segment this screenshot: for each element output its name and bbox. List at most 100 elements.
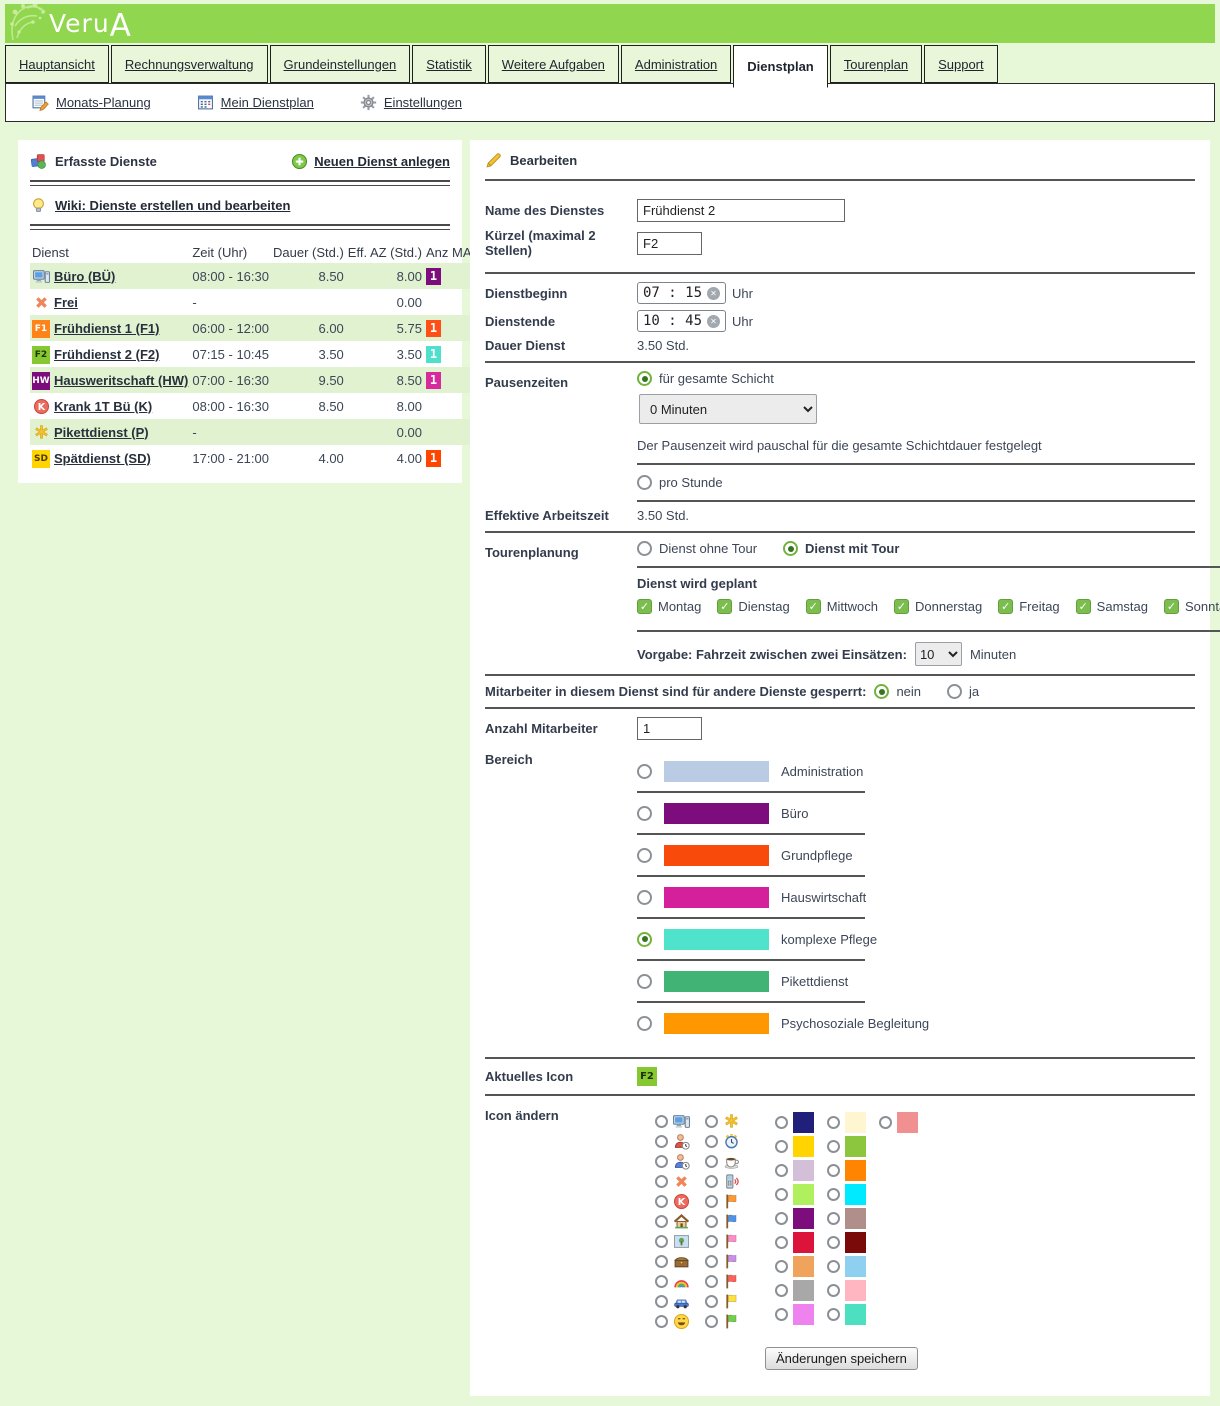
color-radio-f09090[interactable] xyxy=(879,1116,892,1129)
tab-rechnungsverwaltung[interactable]: Rechnungsverwaltung xyxy=(111,45,268,83)
checkbox-dienstag[interactable]: ✓ xyxy=(717,599,732,614)
icon-radio-computer[interactable] xyxy=(655,1115,668,1128)
color-swatch xyxy=(664,887,769,908)
checkbox-samstag[interactable]: ✓ xyxy=(1076,599,1091,614)
color-radio-a8a8a8[interactable] xyxy=(775,1284,788,1297)
pause-minutes-select[interactable]: 0 Minuten xyxy=(639,394,817,424)
icon-radio-x-mark[interactable] xyxy=(655,1175,668,1188)
icon-radio-flag-c890e8[interactable] xyxy=(705,1255,718,1268)
dienstende-input[interactable]: 10 : 45 ✕ xyxy=(637,310,726,332)
icon-radio-picture[interactable] xyxy=(655,1235,668,1248)
anzahl-input[interactable] xyxy=(637,717,702,740)
color-radio-8cc63e[interactable] xyxy=(827,1140,840,1153)
color-option xyxy=(827,1183,879,1206)
pause-stunde-radio[interactable] xyxy=(637,475,652,490)
icon-radio-flag-ff9830[interactable] xyxy=(705,1195,718,1208)
tab-dienstplan[interactable]: Dienstplan xyxy=(733,45,827,88)
color-radio-4cdfc0[interactable] xyxy=(827,1308,840,1321)
icon-radio-coffee[interactable] xyxy=(705,1155,718,1168)
checkbox-sonntag[interactable]: ✓ xyxy=(1164,599,1179,614)
icon-radio-flag-ff8cc8[interactable] xyxy=(705,1235,718,1248)
wiki-link[interactable]: Wiki: Dienste erstellen und bearbeiten xyxy=(30,193,450,217)
checkbox-donnerstag[interactable]: ✓ xyxy=(894,599,909,614)
color-radio-b0f05f[interactable] xyxy=(775,1188,788,1201)
service-link-frei[interactable]: Frei xyxy=(54,295,78,310)
color-radio-ffd400[interactable] xyxy=(775,1140,788,1153)
save-changes-button[interactable]: Änderungen speichern xyxy=(765,1347,918,1370)
tab-support[interactable]: Support xyxy=(924,45,998,83)
service-link-pikettdienst-p[interactable]: Pikettdienst (P) xyxy=(54,425,149,440)
color-radio-f0a35c[interactable] xyxy=(775,1260,788,1273)
clear-time-icon[interactable]: ✕ xyxy=(707,315,720,328)
service-link-spaetdienst-sd[interactable]: Spätdienst (SD) xyxy=(54,451,151,466)
icon-radio-flag-ff6058[interactable] xyxy=(705,1275,718,1288)
color-radio-20207a[interactable] xyxy=(775,1116,788,1129)
checkbox-freitag[interactable]: ✓ xyxy=(998,599,1013,614)
tour-ohne-radio[interactable] xyxy=(637,541,652,556)
subnav-item-einstellungen[interactable]: Einstellungen xyxy=(360,94,462,111)
icon-radio-alarm[interactable] xyxy=(705,1135,718,1148)
bereich-radio-buero[interactable] xyxy=(637,806,652,821)
icon-radio-car[interactable] xyxy=(655,1295,668,1308)
kuerzel-input[interactable] xyxy=(637,232,702,255)
icon-radio-house[interactable] xyxy=(655,1215,668,1228)
color-radio-7d0c7d[interactable] xyxy=(775,1212,788,1225)
tab-statistik[interactable]: Statistik xyxy=(412,45,486,83)
icon-radio-asterisk[interactable] xyxy=(705,1115,718,1128)
icon-radio-phone[interactable] xyxy=(705,1175,718,1188)
tab-hauptansicht[interactable]: Hauptansicht xyxy=(5,45,109,83)
tab-tourenplan[interactable]: Tourenplan xyxy=(830,45,922,83)
icon-radio-flag-ffe03c[interactable] xyxy=(705,1295,718,1308)
fahrzeit-select[interactable]: 10 xyxy=(915,642,962,666)
gesperrt-nein-radio[interactable] xyxy=(874,684,889,699)
service-name-input[interactable] xyxy=(637,199,845,222)
color-radio-ffb6c1[interactable] xyxy=(827,1284,840,1297)
color-radio-7a0a0a[interactable] xyxy=(827,1236,840,1249)
icon-radio-person-blue[interactable] xyxy=(655,1155,668,1168)
icon-radio-person-red[interactable] xyxy=(655,1135,668,1148)
pause-schicht-radio[interactable] xyxy=(637,371,652,386)
service-link-hausweritschaft-hw[interactable]: Hausweritschaft (HW) xyxy=(54,373,188,388)
icon-radio-k-circle[interactable] xyxy=(655,1195,668,1208)
color-radio-00eaff[interactable] xyxy=(827,1188,840,1201)
color-radio-fdf6d0[interactable] xyxy=(827,1116,840,1129)
tab-administration[interactable]: Administration xyxy=(621,45,731,83)
edit-panel-title: Bearbeiten xyxy=(485,149,1195,171)
service-link-fruehdienst-2-f2[interactable]: Frühdienst 2 (F2) xyxy=(54,347,159,362)
subnav-item-monats-planung[interactable]: Monats-Planung xyxy=(32,94,151,111)
service-link-fruehdienst-1-f1[interactable]: Frühdienst 1 (F1) xyxy=(54,321,159,336)
checkbox-montag[interactable]: ✓ xyxy=(637,599,652,614)
color-radio-b08f8a[interactable] xyxy=(827,1212,840,1225)
icon-radio-chest[interactable] xyxy=(655,1255,668,1268)
bereich-radio-administration[interactable] xyxy=(637,764,652,779)
icon-radio-smiley[interactable] xyxy=(655,1315,668,1328)
service-icon-cell xyxy=(30,263,52,289)
bereich-radio-psychosoziale-begleitung[interactable] xyxy=(637,1016,652,1031)
service-link-krank-1t-bue-k[interactable]: Krank 1T Bü (K) xyxy=(54,399,152,414)
color-swatch xyxy=(793,1112,814,1133)
color-radio-dc143c[interactable] xyxy=(775,1236,788,1249)
gesperrt-ja-radio[interactable] xyxy=(947,684,962,699)
edit-panel: Bearbeiten Name des Dienstes Kürzel (max… xyxy=(470,140,1210,1396)
bereich-radio-hauswirtschaft[interactable] xyxy=(637,890,652,905)
bereich-radio-grundpflege[interactable] xyxy=(637,848,652,863)
color-radio-8fd0f0[interactable] xyxy=(827,1260,840,1273)
color-radio-ff8400[interactable] xyxy=(827,1164,840,1177)
dienstbeginn-input[interactable]: 07 : 15 ✕ xyxy=(637,282,726,304)
checkbox-mittwoch[interactable]: ✓ xyxy=(806,599,821,614)
color-radio-ee82ee[interactable] xyxy=(775,1308,788,1321)
icon-radio-rainbow[interactable] xyxy=(655,1275,668,1288)
color-swatch xyxy=(845,1160,866,1181)
new-service-link[interactable]: Neuen Dienst anlegen xyxy=(291,153,450,170)
service-link-buero-bue[interactable]: Büro (BÜ) xyxy=(54,269,115,284)
icon-radio-flag-4d94e8[interactable] xyxy=(705,1215,718,1228)
tour-mit-radio[interactable] xyxy=(783,541,798,556)
bereich-radio-komplexe-pflege[interactable] xyxy=(637,932,652,947)
clear-time-icon[interactable]: ✕ xyxy=(707,287,720,300)
icon-radio-flag-70d048[interactable] xyxy=(705,1315,718,1328)
subnav-item-mein-dienstplan[interactable]: Mein Dienstplan xyxy=(197,94,314,111)
tab-grundeinstellungen[interactable]: Grundeinstellungen xyxy=(270,45,411,83)
tab-weitere-aufgaben[interactable]: Weitere Aufgaben xyxy=(488,45,619,83)
color-radio-d4bfd8[interactable] xyxy=(775,1164,788,1177)
bereich-radio-pikettdienst[interactable] xyxy=(637,974,652,989)
